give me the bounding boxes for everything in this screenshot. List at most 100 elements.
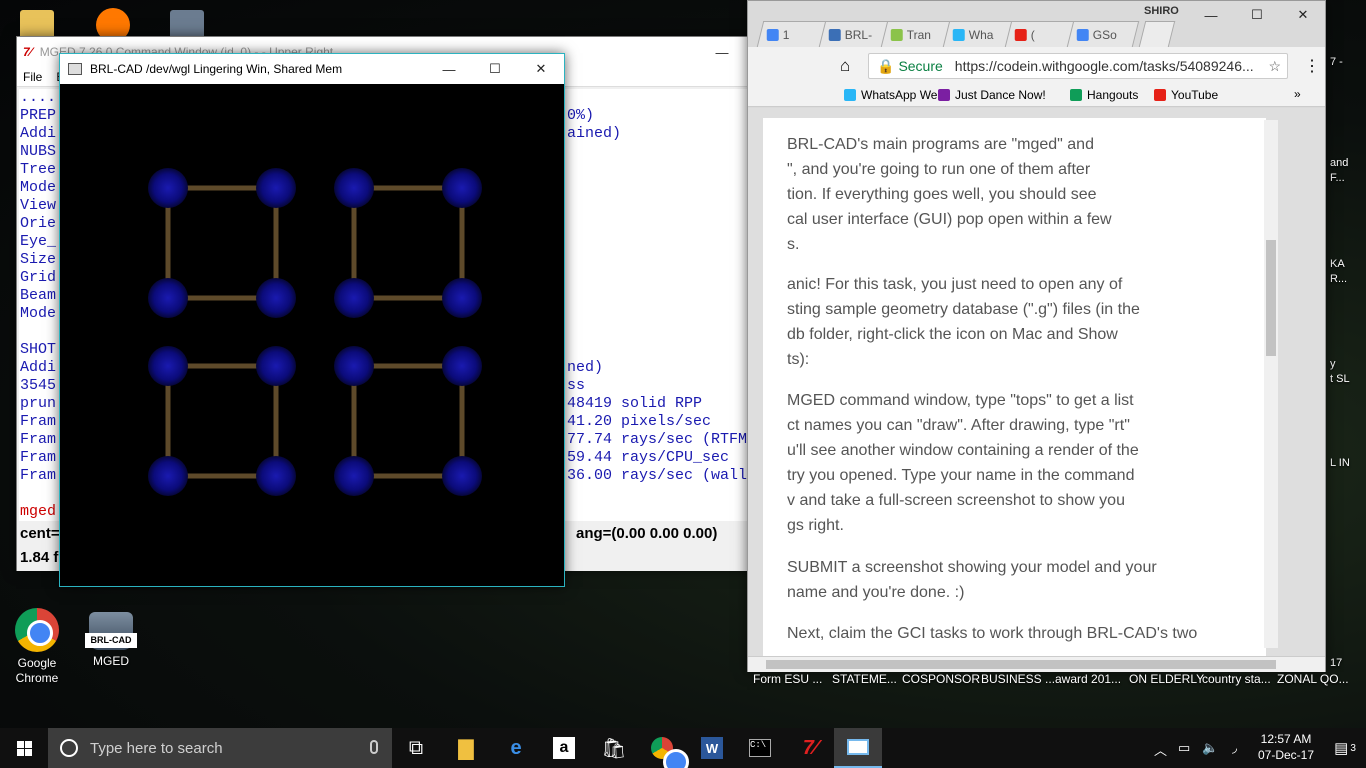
- new-tab-button[interactable]: [1138, 21, 1176, 47]
- more-bookmarks-icon[interactable]: »: [1294, 87, 1301, 101]
- action-center-button[interactable]: ▤ 3: [1324, 728, 1366, 768]
- volume-icon[interactable]: 🔈: [1202, 740, 1218, 756]
- tab-label: BRL-: [844, 27, 873, 42]
- tab-label: 1: [782, 27, 790, 42]
- render-viewport[interactable]: [60, 84, 564, 586]
- system-tray: ︿ ▭ 🔈 ◞ 12:57 AM 07-Dec-17 ▤ 3: [1146, 728, 1366, 768]
- command-prompt-icon[interactable]: C:\: [736, 728, 784, 768]
- page-scroll-thumb[interactable]: [1266, 240, 1276, 356]
- chrome-taskbar-icon[interactable]: [638, 728, 689, 768]
- browser-tab[interactable]: Tran: [880, 21, 954, 47]
- bookmark-item[interactable]: Just Dance Now!: [938, 88, 1046, 102]
- minimize-button[interactable]: —: [699, 37, 745, 67]
- side-label: KA: [1330, 258, 1345, 270]
- output-line-end: 0%): [567, 107, 595, 124]
- output-line-start: SHOT: [20, 341, 57, 358]
- wireframe-node: [148, 278, 188, 318]
- bookmark-item[interactable]: YouTube: [1154, 88, 1218, 102]
- mged-tk-icon[interactable]: 7⁄: [786, 728, 834, 768]
- clock[interactable]: 12:57 AM 07-Dec-17: [1254, 731, 1318, 763]
- home-icon[interactable]: ⌂: [840, 56, 850, 76]
- browser-tab[interactable]: (: [1004, 21, 1078, 47]
- desktop-shortcut-chrome[interactable]: Google Chrome: [2, 608, 72, 686]
- output-line-start: View: [20, 197, 57, 214]
- close-button[interactable]: ✕: [518, 54, 564, 84]
- desktop-file-label[interactable]: award 201...: [1055, 672, 1121, 686]
- bookmark-label: WhatsApp Web: [861, 88, 945, 102]
- output-line-start: ....: [20, 89, 57, 106]
- output-line-start: Orie: [20, 215, 57, 232]
- bookmark-item[interactable]: Hangouts: [1070, 88, 1138, 102]
- bookmark-label: Just Dance Now!: [955, 88, 1046, 102]
- window-app-icon: [68, 63, 82, 75]
- minimize-button[interactable]: —: [1188, 1, 1234, 29]
- title-bar[interactable]: BRL-CAD /dev/wgl Lingering Win, Shared M…: [60, 54, 564, 84]
- tk-feather-icon: 7⁄: [23, 45, 32, 59]
- maximize-button[interactable]: ☐: [472, 54, 518, 84]
- menu-dots-icon[interactable]: ⋮: [1304, 56, 1320, 76]
- bookmark-item[interactable]: WhatsApp Web: [844, 88, 944, 102]
- status-angle: ang=(0.00 0.00 0.00): [576, 525, 718, 542]
- output-line-start: prun: [20, 395, 57, 412]
- browser-tab[interactable]: BRL-: [818, 21, 892, 47]
- side-label: y: [1330, 358, 1336, 370]
- microphone-icon[interactable]: [370, 740, 378, 754]
- secure-indicator[interactable]: 🔒 Secure: [869, 58, 943, 75]
- tab-favicon-icon: [1014, 28, 1027, 41]
- tab-favicon-icon: [952, 28, 965, 41]
- task-view-icon[interactable]: ⧉: [392, 728, 440, 768]
- tab-label: Tran: [906, 27, 932, 42]
- output-line-end: 41.20 pixels/sec: [567, 413, 712, 430]
- tab-favicon-icon: [890, 28, 903, 41]
- horizontal-scroll-thumb[interactable]: [766, 660, 1276, 669]
- output-line-start: Tree: [20, 161, 57, 178]
- desktop-file-label[interactable]: Form ESU ...: [753, 672, 822, 686]
- wifi-icon[interactable]: ◞: [1232, 740, 1237, 756]
- bookmark-star-icon[interactable]: ☆: [1268, 58, 1281, 75]
- wireframe-node: [442, 168, 482, 208]
- minimize-button[interactable]: —: [426, 54, 472, 84]
- file-explorer-icon[interactable]: ▇: [442, 728, 490, 768]
- start-button[interactable]: [0, 728, 48, 768]
- store-icon[interactable]: 🛍: [590, 728, 638, 768]
- lock-icon: 🔒: [877, 57, 895, 74]
- page-scrollbar[interactable]: [1264, 120, 1278, 648]
- amazon-icon[interactable]: a: [540, 728, 588, 768]
- bookmarks-bar: » WhatsApp Web Just Dance Now! Hangouts You…: [748, 85, 1325, 107]
- maximize-button[interactable]: ☐: [1234, 1, 1280, 29]
- menu-file[interactable]: File: [23, 70, 42, 84]
- desktop-file-label[interactable]: country sta...: [1202, 672, 1271, 686]
- wireframe-node: [256, 168, 296, 208]
- wireframe-node: [334, 346, 374, 386]
- desktop-shortcut-mged[interactable]: MGED: [76, 612, 146, 669]
- edge-icon[interactable]: e: [492, 728, 540, 768]
- browser-tab[interactable]: Wha: [942, 21, 1016, 47]
- desktop-file-label[interactable]: ON ELDERLY: [1129, 672, 1204, 686]
- wireframe-node: [442, 456, 482, 496]
- word-icon[interactable]: W: [688, 728, 736, 768]
- output-line-end: ained): [567, 125, 622, 142]
- browser-tab[interactable]: 1: [756, 21, 830, 47]
- desktop-file-label[interactable]: BUSINESS ...: [981, 672, 1055, 686]
- show-hidden-icons-icon[interactable]: ︿: [1154, 740, 1167, 759]
- desktop-file-label[interactable]: STATEME...: [832, 672, 897, 686]
- desktop-file-label[interactable]: COSPONSOR: [902, 672, 980, 686]
- search-box[interactable]: Type here to search: [48, 728, 392, 768]
- profile-name[interactable]: SHIRO: [1144, 5, 1179, 17]
- chrome-browser-window: SHIRO — ☐ ✕ 1 BRL- Tran Wha ( GSo ⌂ 🔒 Secure h…: [747, 0, 1326, 672]
- wireframe-node: [334, 278, 374, 318]
- output-line-start: Eye_: [20, 233, 57, 250]
- mged-icon: [85, 612, 137, 650]
- tab-label: GSo: [1092, 27, 1117, 42]
- clock-date: 07-Dec-17: [1257, 748, 1315, 762]
- side-label: F...: [1330, 172, 1345, 184]
- desktop-file-label[interactable]: ZONAL QO...: [1277, 672, 1349, 686]
- close-button[interactable]: ✕: [1280, 1, 1326, 29]
- wireframe-node: [148, 168, 188, 208]
- battery-icon[interactable]: ▭: [1178, 740, 1190, 756]
- output-line-start: Fram: [20, 431, 57, 448]
- address-bar[interactable]: 🔒 Secure https://codein.withgoogle.com/ta…: [868, 53, 1288, 79]
- horizontal-scrollbar[interactable]: [748, 656, 1325, 672]
- browser-tab[interactable]: GSo: [1066, 21, 1140, 47]
- brlcad-render-taskbar-icon[interactable]: [834, 728, 882, 768]
